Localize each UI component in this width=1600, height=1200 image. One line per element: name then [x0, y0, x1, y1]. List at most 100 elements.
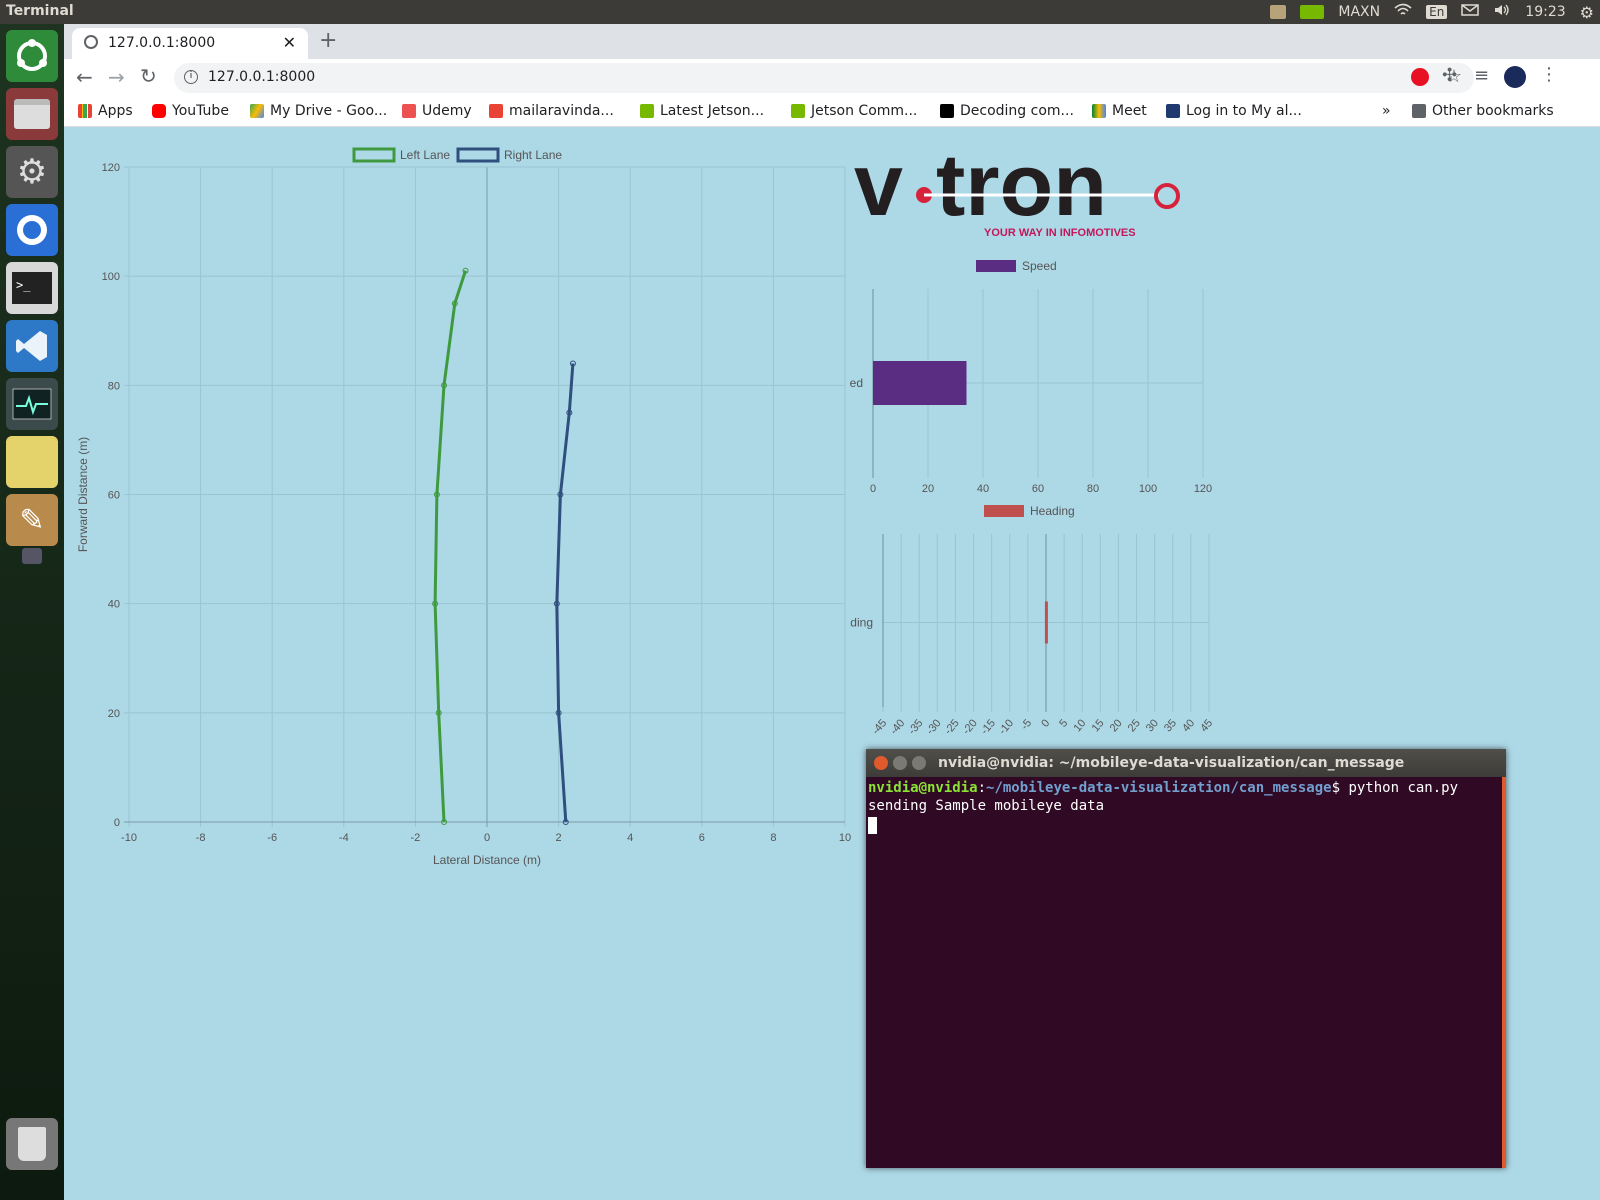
globe-icon — [84, 35, 98, 49]
menu-icon[interactable]: ⋮ — [1540, 64, 1558, 85]
bookmark-youtube[interactable]: YouTube — [152, 103, 229, 119]
bookmark-udemy[interactable]: Udemy — [402, 103, 472, 119]
opera-extension-icon[interactable] — [1411, 68, 1429, 86]
prompt-dollar: $ — [1331, 780, 1349, 796]
legend-label: Speed — [1022, 259, 1057, 273]
tab-localhost[interactable]: 127.0.0.1:8000 ✕ — [72, 28, 308, 59]
mail-icon[interactable] — [1461, 4, 1480, 20]
terminal-title: nvidia@nvidia: ~/mobileye-data-visualiza… — [938, 755, 1405, 771]
media-control-icon[interactable]: ≡ — [1474, 65, 1489, 86]
terminal-titlebar[interactable]: nvidia@nvidia: ~/mobileye-data-visualiza… — [866, 749, 1506, 777]
terminal-scrollbar[interactable] — [1502, 777, 1506, 1168]
x-tick-label: 20 — [922, 483, 934, 495]
minimize-window-icon[interactable] — [893, 756, 907, 770]
x-tick-label: -35 — [906, 717, 925, 737]
x-tick-label: -45 — [870, 717, 889, 737]
y-tick-label: 0 — [114, 817, 120, 829]
bookmark-jetson-community[interactable]: Jetson Comm... — [791, 103, 917, 119]
back-icon[interactable]: ← — [76, 65, 93, 89]
clipboard-icon[interactable] — [1270, 5, 1287, 19]
vscode-icon[interactable] — [6, 320, 58, 372]
logo-letter-v: v — [854, 137, 903, 234]
terminal-window[interactable]: nvidia@nvidia: ~/mobileye-data-visualiza… — [866, 749, 1506, 1168]
files-icon[interactable] — [6, 88, 58, 140]
bookmark-gmail[interactable]: mailaravinda... — [489, 103, 614, 119]
cursor — [868, 817, 877, 834]
x-tick-label: -30 — [924, 717, 943, 737]
bookmark-meet[interactable]: Meet — [1092, 103, 1147, 119]
bar — [873, 361, 967, 405]
close-window-icon[interactable] — [874, 756, 888, 770]
lane-chart: -10 -8 -6 -4 -2 0 2 4 6 8 10020406080100120Lateral… — [76, 147, 851, 867]
sticky-notes-icon[interactable] — [6, 436, 58, 488]
reload-icon[interactable]: ↻ — [140, 64, 157, 88]
wifi-icon[interactable] — [1394, 3, 1412, 21]
forward-icon[interactable]: → — [108, 65, 125, 89]
chromium-icon[interactable] — [6, 204, 58, 256]
legend-swatch — [984, 505, 1024, 517]
x-tick-label: 100 — [1139, 483, 1157, 495]
x-tick-label: 2 — [556, 832, 562, 844]
text-editor-icon[interactable]: ✎ — [6, 494, 58, 546]
other-bookmarks[interactable]: Other bookmarks — [1412, 103, 1554, 119]
legend-swatch — [352, 147, 396, 163]
active-app-name: Terminal — [6, 3, 74, 19]
close-tab-icon[interactable]: ✕ — [283, 33, 296, 52]
nvidia-icon[interactable] — [1300, 5, 1325, 19]
y-tick-label: 80 — [108, 380, 120, 392]
tab-strip: 127.0.0.1:8000 ✕ + — [64, 24, 1600, 59]
y-tick-label: 40 — [108, 599, 120, 611]
legend-label: Heading — [1030, 504, 1075, 518]
terminal-body[interactable]: nvidia@nvidia:~/mobileye-data-visualizat… — [866, 777, 1506, 836]
system-top-bar: Terminal MAXN En 19:23 ⚙ — [0, 0, 1600, 24]
info-icon[interactable]: i — [184, 70, 198, 84]
login-site-icon — [1166, 104, 1180, 118]
meet-icon — [1092, 104, 1106, 118]
ubuntu-dash-icon[interactable] — [6, 30, 58, 82]
x-tick-label: -6 — [267, 832, 277, 844]
folder-icon — [1412, 104, 1426, 118]
x-tick-label: -4 — [339, 832, 349, 844]
more-bookmarks-button[interactable]: » — [1382, 103, 1391, 119]
volume-icon[interactable] — [1493, 3, 1511, 21]
power-profile[interactable]: MAXN — [1338, 4, 1380, 20]
x-tick-label: 35 — [1162, 717, 1179, 734]
logo-tagline: YOUR WAY IN INFOMOTIVES — [984, 227, 1136, 239]
x-tick-label: 60 — [1032, 483, 1044, 495]
x-tick-label: -5 — [1019, 717, 1034, 732]
system-monitor-icon[interactable] — [6, 378, 58, 430]
x-tick-label: -25 — [942, 717, 961, 737]
vtron-logo-mark: v tron YOUR WAY IN INFOMOTIVES — [854, 135, 1180, 239]
launcher-dock: ⚙ >_ ✎ — [0, 24, 64, 1200]
x-tick-label: 120 — [1194, 483, 1212, 495]
keyboard-language[interactable]: En — [1426, 5, 1448, 19]
gear-icon[interactable]: ⚙ — [1580, 3, 1594, 22]
logo-word-tron: tron — [936, 137, 1107, 234]
trash-icon[interactable] — [6, 1118, 58, 1170]
command-output: sending Sample mobileye data — [868, 798, 1105, 814]
profile-avatar[interactable] — [1504, 66, 1526, 88]
bookmark-login[interactable]: Log in to My al... — [1166, 103, 1302, 119]
bookmark-google-drive[interactable]: My Drive - Goo... — [250, 103, 387, 119]
camera-icon[interactable] — [22, 548, 42, 564]
x-tick-label: -40 — [888, 717, 907, 737]
url-text[interactable]: 127.0.0.1:8000 — [208, 69, 315, 85]
maximize-window-icon[interactable] — [912, 756, 926, 770]
x-tick-label: 0 — [1039, 717, 1052, 729]
extensions-icon[interactable]: ✣ — [1442, 65, 1457, 86]
clock[interactable]: 19:23 — [1525, 4, 1565, 20]
new-tab-button[interactable]: + — [319, 28, 337, 53]
browser-toolbar: ← → ↻ i 127.0.0.1:8000 ☆ ✣ ≡ ⋮ — [64, 59, 1600, 97]
terminal-icon[interactable]: >_ — [6, 262, 58, 314]
x-tick-label: -10 — [121, 832, 137, 844]
x-tick-label: 40 — [1180, 717, 1197, 734]
bookmark-apps[interactable]: Apps — [78, 103, 133, 119]
legend-swatch — [976, 260, 1016, 272]
x-axis-label: Lateral Distance (m) — [433, 853, 541, 867]
bookmark-latest-jetson[interactable]: Latest Jetson... — [640, 103, 764, 119]
address-bar[interactable]: i 127.0.0.1:8000 ☆ — [174, 63, 1474, 93]
nvidia-bookmark-icon — [640, 104, 654, 118]
x-tick-label: -2 — [411, 832, 421, 844]
settings-icon[interactable]: ⚙ — [6, 146, 58, 198]
bookmark-decoding[interactable]: Decoding com... — [940, 103, 1074, 119]
